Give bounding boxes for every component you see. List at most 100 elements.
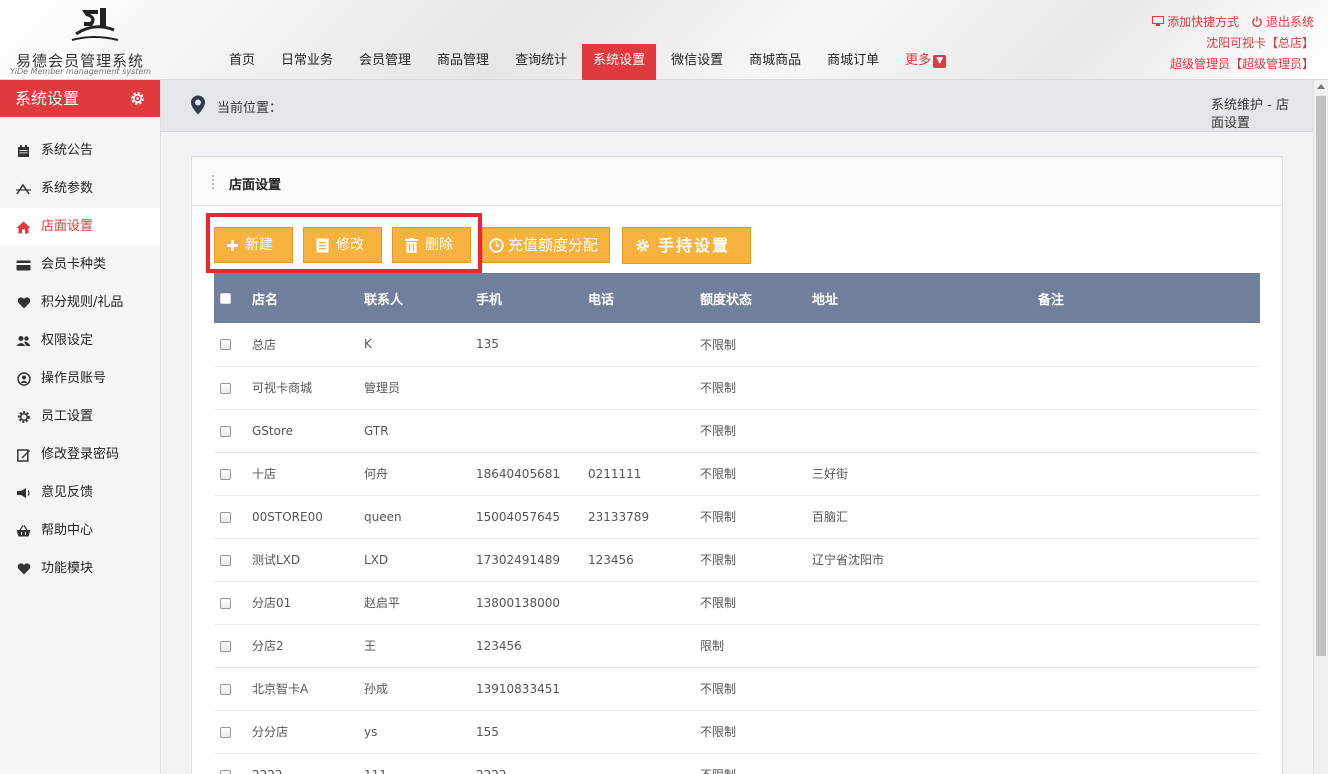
- scroll-up-arrow-icon[interactable]: [1317, 84, 1325, 89]
- nav-mall-orders[interactable]: 商城订单: [816, 44, 890, 80]
- table-cell: 测试LXD: [252, 553, 301, 567]
- sidebar-item-feedback[interactable]: 意见反馈: [0, 474, 160, 512]
- sidebar-item-announcement[interactable]: 系统公告: [0, 132, 160, 170]
- handheld-settings-button[interactable]: 手持设置: [622, 227, 751, 264]
- select-all-checkbox[interactable]: [220, 292, 231, 304]
- column-header[interactable]: 额度状态: [696, 273, 808, 323]
- new-button[interactable]: 新建: [214, 227, 293, 263]
- row-checkbox[interactable]: [220, 339, 231, 351]
- sidebar-item-permissions[interactable]: 权限设定: [0, 322, 160, 360]
- column-header[interactable]: 电话: [584, 273, 696, 323]
- table-cell: 分分店: [252, 725, 289, 739]
- column-header[interactable]: 店名: [248, 273, 360, 323]
- table-row[interactable]: 可视卡商城 管理员 不限制: [214, 366, 1260, 409]
- table-cell: 00STORE00: [252, 509, 323, 524]
- sidebar-item-store-settings[interactable]: 店面设置: [0, 208, 160, 246]
- row-checkbox[interactable]: [220, 382, 231, 394]
- row-checkbox[interactable]: [220, 511, 231, 523]
- row-checkbox[interactable]: [220, 683, 231, 695]
- row-checkbox[interactable]: [220, 468, 231, 480]
- page-scrollbar[interactable]: [1313, 80, 1328, 774]
- logout-link[interactable]: 退出系统: [1251, 15, 1314, 29]
- delete-button[interactable]: 删除: [392, 227, 471, 263]
- table-cell: [584, 624, 696, 667]
- table-row[interactable]: 测试LXD LXD 17302491489 123456 不限制 辽宁省沈阳市: [214, 538, 1260, 581]
- row-checkbox[interactable]: [220, 425, 231, 437]
- recharge-allocation-button[interactable]: 充值额度分配: [482, 227, 610, 263]
- nav-products[interactable]: 商品管理: [426, 44, 500, 80]
- sidebar-item-help[interactable]: 帮助中心: [0, 512, 160, 550]
- stores-table: 店名 联系人 手机 电话 额度状态 地址 备注 总店 K 135 不限制 可视卡商城 管理…: [214, 273, 1260, 774]
- nav-mall-products[interactable]: 商城商品: [738, 44, 812, 80]
- card-icon: [16, 258, 31, 272]
- table-cell: 123456: [588, 552, 634, 567]
- table-row[interactable]: GStore GTR 不限制: [214, 409, 1260, 452]
- table-cell: 十店: [252, 467, 277, 481]
- column-header[interactable]: 手机: [472, 273, 584, 323]
- sidebar-item-card-types[interactable]: 会员卡种类: [0, 246, 160, 284]
- sidebar-item-staff[interactable]: 员工设置: [0, 398, 160, 436]
- row-checkbox[interactable]: [220, 726, 231, 738]
- table-cell: 111: [360, 753, 472, 774]
- table-row[interactable]: 十店 何舟 18640405681 0211111 不限制 三好街: [214, 452, 1260, 495]
- column-header[interactable]: 地址: [808, 273, 1034, 323]
- sidebar-item-label: 意见反馈: [41, 485, 94, 500]
- table-cell: [1034, 323, 1260, 366]
- heart-icon: [16, 562, 31, 576]
- row-checkbox[interactable]: [220, 640, 231, 652]
- table-cell: 管理员: [364, 381, 401, 395]
- table-row[interactable]: 分店01 赵启平 13800138000 不限制: [214, 581, 1260, 624]
- column-header[interactable]: 备注: [1034, 273, 1260, 323]
- logout-label: 退出系统: [1265, 15, 1314, 29]
- nav-query[interactable]: 查询统计: [504, 44, 578, 80]
- table-cell: 辽宁省沈阳市: [812, 553, 885, 567]
- table-row[interactable]: 分店2 王 123456 限制: [214, 624, 1260, 667]
- sidebar: 系统设置 系统公告 系统参数 店面设置 会员卡种类 积分规则/礼品 权限设定 操…: [0, 80, 161, 774]
- sidebar-item-params[interactable]: 系统参数: [0, 170, 160, 208]
- sidebar-item-change-password[interactable]: 修改登录密码: [0, 436, 160, 474]
- nav-settings[interactable]: 系统设置: [582, 44, 657, 80]
- gear-icon: [635, 238, 650, 253]
- edit-button[interactable]: 修改: [303, 227, 382, 263]
- row-checkbox[interactable]: [220, 769, 231, 774]
- table-row[interactable]: 00STORE00 queen 15004057645 23133789 不限制 百脑汇: [214, 495, 1260, 538]
- nav-members[interactable]: 会员管理: [348, 44, 422, 80]
- monitor-icon: [1152, 16, 1165, 26]
- basket-icon: [16, 524, 31, 538]
- nav-more[interactable]: 更多 ▼: [894, 44, 957, 80]
- row-checkbox[interactable]: [220, 554, 231, 566]
- location-pin-icon: [191, 95, 205, 115]
- logo: 易德会员管理系统 YiDe Member management system: [10, 2, 160, 78]
- add-shortcut-link[interactable]: 添加快捷方式: [1152, 15, 1243, 29]
- table-cell: 王: [364, 639, 377, 653]
- nav-wechat[interactable]: 微信设置: [660, 44, 734, 80]
- gear-icon[interactable]: [129, 90, 146, 107]
- edit-icon: [16, 448, 31, 462]
- nav-home[interactable]: 首页: [218, 44, 266, 80]
- table-cell: 限制: [700, 639, 725, 653]
- sidebar-item-modules[interactable]: 功能模块: [0, 550, 160, 588]
- table-row[interactable]: 分分店 ys 155 不限制: [214, 710, 1260, 753]
- table-row[interactable]: 北京智卡A 孙成 13910833451 不限制: [214, 667, 1260, 710]
- store-info[interactable]: 沈阳可视卡【总店】: [1144, 33, 1314, 54]
- nav-daily[interactable]: 日常业务: [270, 44, 344, 80]
- user-info[interactable]: 超级管理员【超级管理员】: [1144, 54, 1314, 75]
- stores-table-wrap: 店名 联系人 手机 电话 额度状态 地址 备注 总店 K 135 不限制 可视卡商城 管理…: [214, 273, 1260, 774]
- table-cell: [1034, 538, 1260, 581]
- table-row[interactable]: 22221112222 不限制: [214, 753, 1260, 774]
- column-header[interactable]: 联系人: [360, 273, 472, 323]
- table-cell: [584, 710, 696, 753]
- sidebar-title: 系统设置: [15, 89, 80, 108]
- sidebar-item-label: 功能模块: [41, 561, 94, 576]
- table-body: 总店 K 135 不限制 可视卡商城 管理员 不限制 GStore GTR 不限制 十店 何舟 1864…: [214, 323, 1260, 774]
- sidebar-item-operators[interactable]: 操作员账号: [0, 360, 160, 398]
- table-row[interactable]: 总店 K 135 不限制: [214, 323, 1260, 366]
- sidebar-item-label: 员工设置: [41, 409, 94, 424]
- table-cell: [1034, 710, 1260, 753]
- scroll-thumb[interactable]: [1316, 96, 1326, 656]
- table-cell: GTR: [364, 423, 389, 438]
- table-cell: 2222: [248, 753, 360, 774]
- sidebar-item-label: 操作员账号: [41, 371, 107, 386]
- row-checkbox[interactable]: [220, 597, 231, 609]
- sidebar-item-points-gifts[interactable]: 积分规则/礼品: [0, 284, 160, 322]
